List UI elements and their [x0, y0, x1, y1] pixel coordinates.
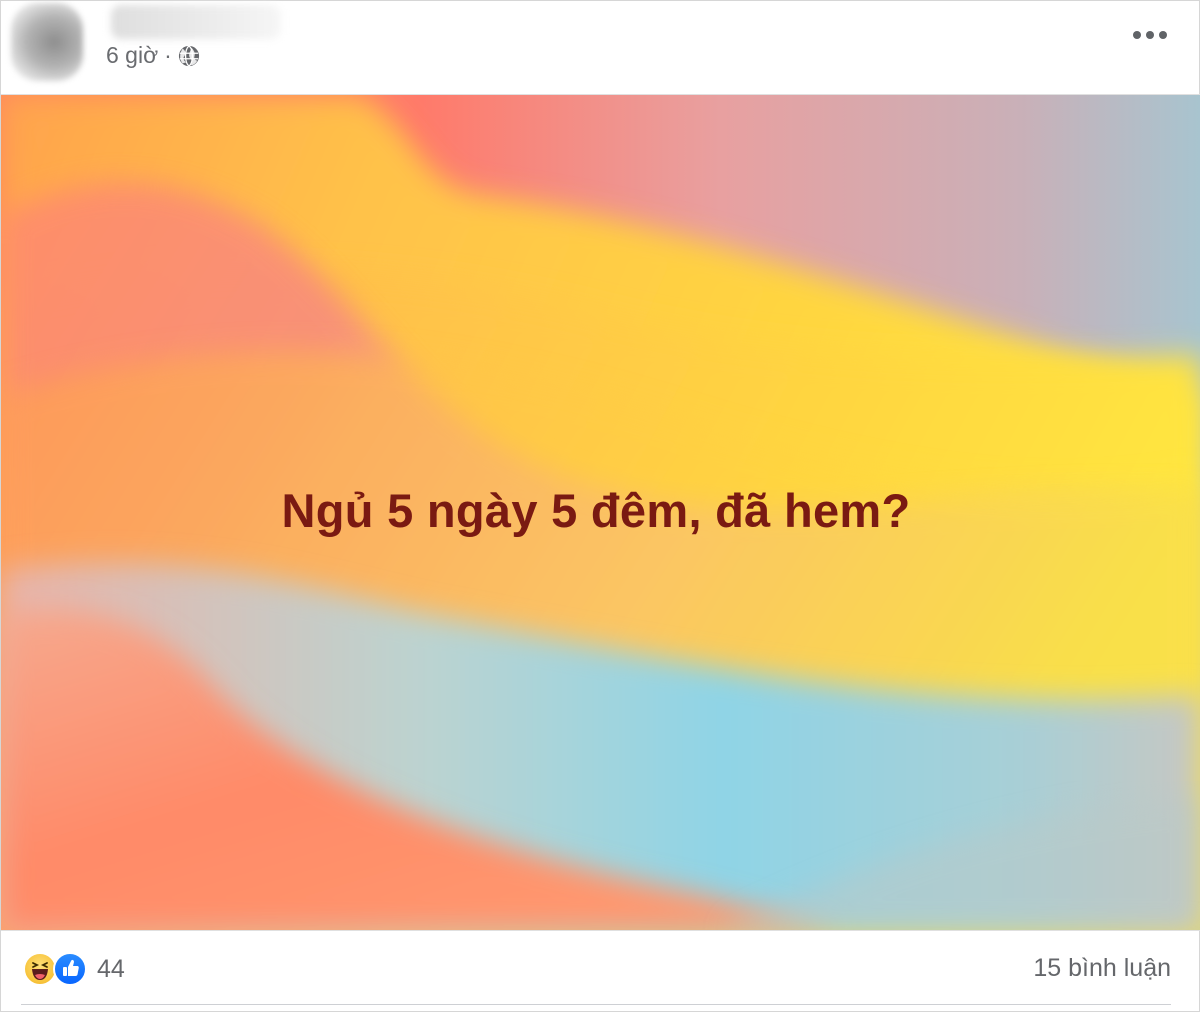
post-image[interactable]: Ngủ 5 ngày 5 đêm, đã hem?	[1, 94, 1200, 931]
post-time[interactable]: 6 giờ	[106, 42, 158, 69]
post-footer: 44 15 bình luận	[1, 932, 1200, 1006]
more-horizontal-icon[interactable]	[1133, 23, 1167, 47]
post-header: 6 giờ ·	[1, 1, 1200, 94]
reaction-summary[interactable]: 44	[23, 952, 125, 986]
divider	[21, 1004, 1171, 1005]
post-card: 6 giờ · Ngủ 5 ngày 5 đêm, đã hem? 44 15 …	[0, 0, 1200, 1012]
avatar[interactable]	[11, 3, 83, 81]
comments-count-link[interactable]: 15 bình luận	[1033, 954, 1171, 983]
author-name-redacted[interactable]	[111, 5, 281, 39]
reaction-count: 44	[97, 954, 125, 983]
meta-separator: ·	[164, 42, 172, 68]
globe-icon[interactable]	[178, 44, 200, 67]
post-caption: Ngủ 5 ngày 5 đêm, đã hem?	[281, 484, 911, 537]
haha-icon	[23, 952, 57, 986]
like-icon	[53, 952, 87, 986]
post-meta: 6 giờ ·	[106, 42, 200, 69]
